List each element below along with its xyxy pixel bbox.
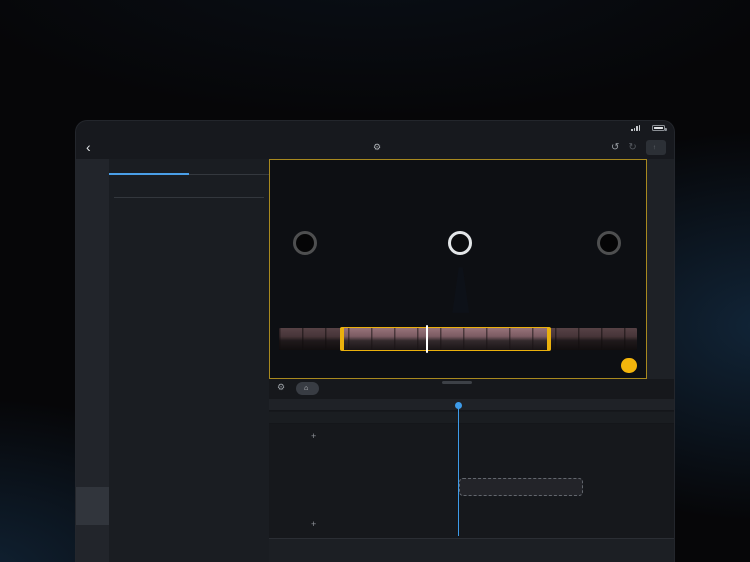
audio-scrubber[interactable] xyxy=(279,328,637,350)
timeline-settings-icon[interactable]: ⚙ xyxy=(277,382,285,393)
edit-strip xyxy=(647,159,674,379)
music-grid xyxy=(109,205,269,562)
current-track-disc xyxy=(384,167,536,319)
all-clips-label xyxy=(269,412,325,423)
signal-icon xyxy=(631,125,640,131)
clip-toolbar xyxy=(269,538,674,562)
music-categories xyxy=(109,175,269,191)
all-clips-row[interactable] xyxy=(269,412,674,424)
ipad-screen: ‹ ⚙ ↺ ↻ ↑ xyxy=(75,120,675,562)
tab-sfx[interactable] xyxy=(189,159,269,175)
playhead-marker[interactable] xyxy=(455,402,462,409)
video-preview xyxy=(269,159,647,379)
music-library-panel xyxy=(109,159,269,562)
marketing-screenshot: ‹ ⚙ ↺ ↻ ↑ xyxy=(0,0,750,562)
playback-controls xyxy=(270,352,646,378)
trim-selection[interactable] xyxy=(340,327,551,351)
scrubber-dim-right xyxy=(551,328,637,350)
add-track-button-top[interactable]: + xyxy=(311,431,316,441)
multi-select-button[interactable] xyxy=(76,487,109,525)
timeline-panel: ⚙ ⌂ + + xyxy=(269,379,674,562)
add-track-button-bottom[interactable]: + xyxy=(311,519,316,529)
battery-icon xyxy=(652,125,665,131)
marker-row[interactable] xyxy=(269,399,674,411)
section-label xyxy=(109,191,269,200)
drag-hint xyxy=(459,478,583,496)
scrubber-playhead[interactable] xyxy=(426,325,428,353)
export-button[interactable]: ↑ xyxy=(646,140,666,155)
next-track-disc xyxy=(536,170,646,316)
status-bar xyxy=(76,121,674,135)
panel-drag-handle[interactable] xyxy=(442,381,472,384)
home-icon: ⌂ xyxy=(304,385,308,392)
tab-bgm[interactable] xyxy=(109,159,189,175)
undo-button[interactable]: ↺ xyxy=(611,142,619,153)
playhead-line[interactable] xyxy=(458,406,460,536)
redo-button[interactable]: ↻ xyxy=(628,142,636,153)
tool-rail xyxy=(76,159,109,562)
previous-track-disc xyxy=(270,180,368,306)
preview-canvas xyxy=(270,160,646,327)
back-button[interactable]: ‹ xyxy=(86,137,91,157)
add-clip-button[interactable] xyxy=(621,358,637,373)
scrubber-dim-left xyxy=(279,328,340,350)
project-settings-icon[interactable]: ⚙ xyxy=(373,142,381,153)
share-icon: ↑ xyxy=(653,144,656,151)
marker-label xyxy=(269,399,325,410)
app-bar: ‹ ⚙ ↺ ↻ ↑ xyxy=(76,135,674,159)
music-tabs xyxy=(109,159,269,175)
main-timeline-button[interactable]: ⌂ xyxy=(296,382,319,395)
